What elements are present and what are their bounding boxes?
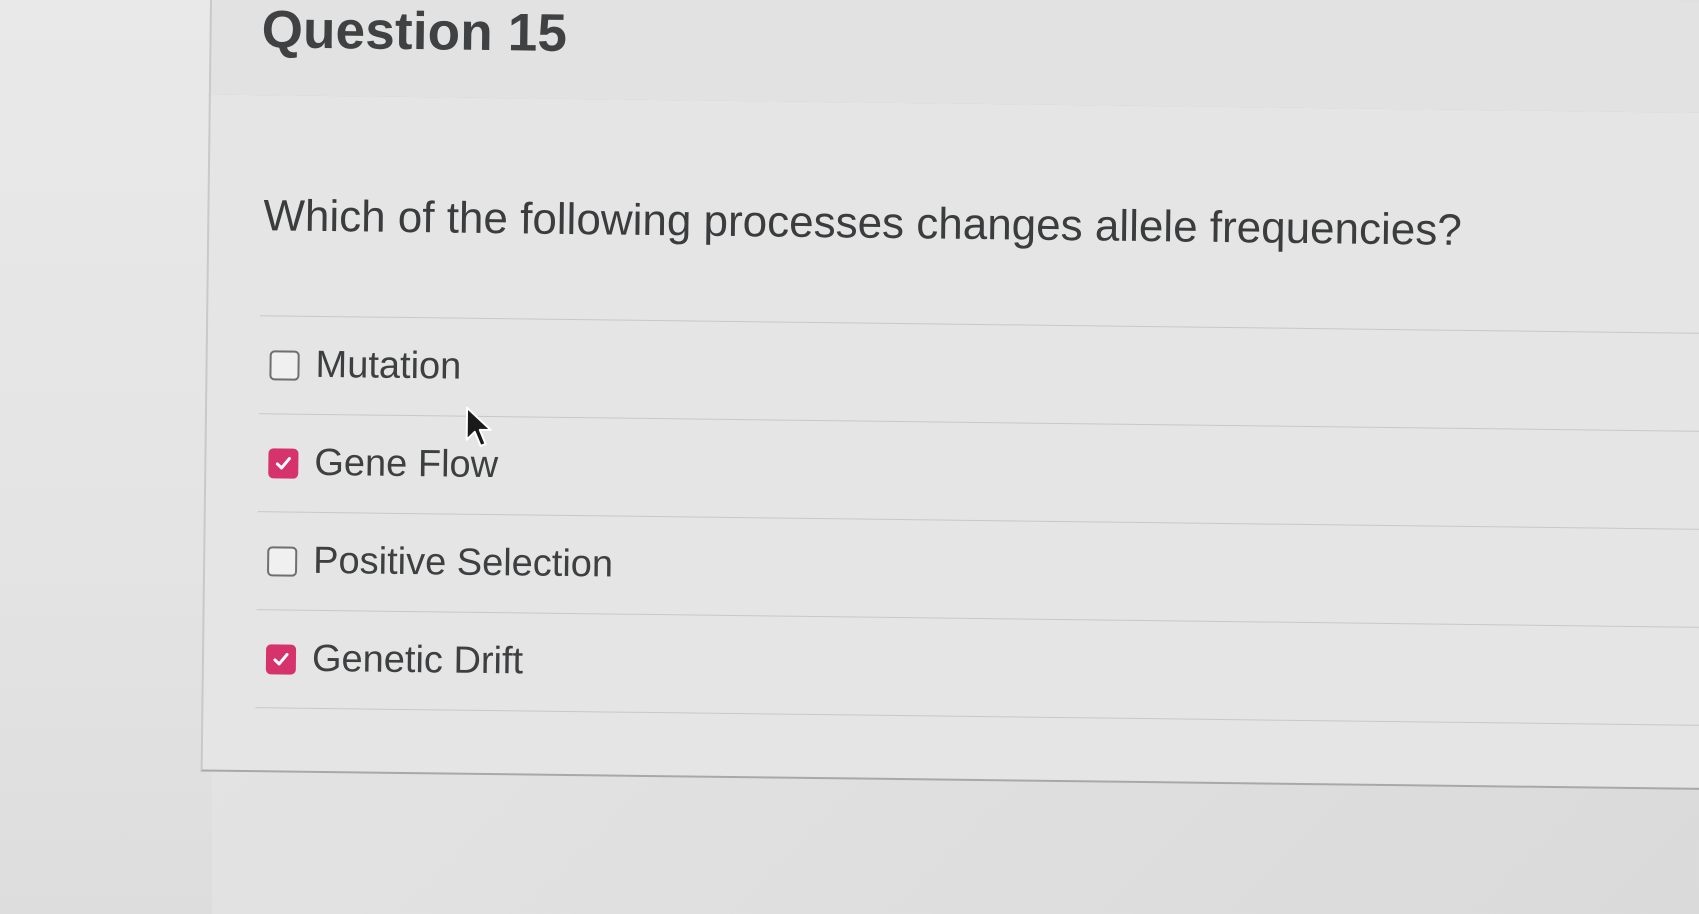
answer-option-positive-selection[interactable]: Positive Selection — [256, 512, 1699, 629]
checkmark-icon — [275, 456, 291, 469]
answer-checkbox[interactable] — [269, 349, 300, 381]
question-title: Question 15 — [261, 0, 568, 63]
answer-checkbox[interactable] — [265, 643, 297, 675]
quiz-frame: Question 15 Which of the following proce… — [0, 0, 1699, 914]
question-text: Which of the following processes changes… — [263, 191, 1463, 255]
answer-option-genetic-drift[interactable]: Genetic Drift — [255, 610, 1699, 727]
answer-checkbox[interactable] — [266, 545, 298, 577]
answer-label: Positive Selection — [312, 539, 614, 586]
answer-label: Mutation — [315, 343, 462, 388]
answer-list: Mutation Gene Flow Positive Selection Ge… — [255, 315, 1699, 727]
question-card: Which of the following processes changes… — [200, 94, 1699, 791]
mouse-pointer-icon — [465, 406, 492, 447]
answer-label: Genetic Drift — [311, 637, 524, 683]
answer-checkbox[interactable] — [268, 447, 299, 479]
checkmark-icon — [273, 652, 289, 665]
